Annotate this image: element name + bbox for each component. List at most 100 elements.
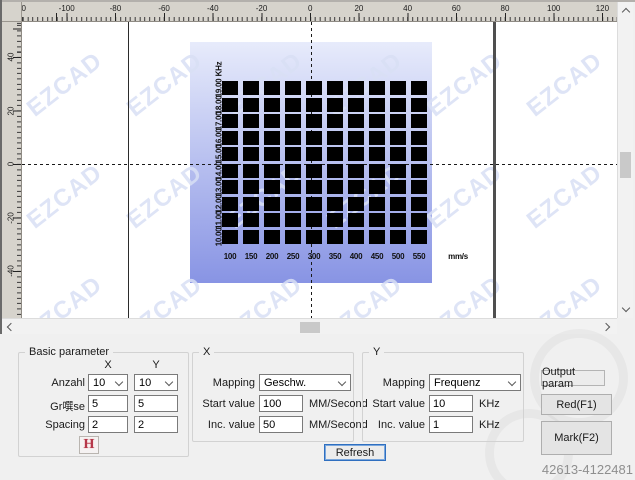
grid-square <box>411 98 427 112</box>
ruler-label: -20 <box>7 212 16 224</box>
anzahl-x-select[interactable]: 10 <box>88 374 128 391</box>
grid-square <box>390 114 406 128</box>
grid-square <box>348 164 364 178</box>
ruler-label: 20 <box>7 106 16 115</box>
grid-square <box>306 98 322 112</box>
ruler-label: -100 <box>59 4 75 13</box>
grid-square <box>243 213 259 227</box>
spacing-y-input[interactable] <box>134 416 178 433</box>
grid-square <box>327 230 343 244</box>
y-mapping-select[interactable]: Frequenz <box>429 374 521 391</box>
ruler-label: 0 <box>7 162 16 166</box>
scroll-up-icon[interactable] <box>622 8 630 16</box>
grid-square <box>243 164 259 178</box>
x-start-input[interactable] <box>259 395 303 412</box>
red-f1-button[interactable]: Red(F1) <box>541 394 612 415</box>
ruler-label: 0 <box>308 4 312 13</box>
grid-square <box>411 213 427 227</box>
grid-square <box>411 147 427 161</box>
horizontal-scrollbar[interactable] <box>2 318 617 334</box>
y-mapping-value: Frequenz <box>434 377 480 389</box>
grid-square <box>327 213 343 227</box>
y-mapping-label: Mapping <box>362 377 425 389</box>
grid-square <box>285 81 301 95</box>
y-inc-input[interactable] <box>429 416 473 433</box>
grid-square <box>285 197 301 211</box>
grid-col-label: 550 <box>413 252 425 261</box>
grid-square <box>306 197 322 211</box>
grid-square <box>348 147 364 161</box>
grid-square <box>264 197 280 211</box>
group-title: Y <box>369 346 384 358</box>
anzahl-label: Anzahl <box>20 377 85 389</box>
scroll-left-icon[interactable] <box>7 323 15 331</box>
ruler-label: 120 <box>596 4 609 13</box>
ezcad-watermark: EZCAD <box>522 271 608 318</box>
grid-square <box>327 114 343 128</box>
grid-square <box>369 81 385 95</box>
grid-square <box>390 197 406 211</box>
grid-square <box>222 180 238 194</box>
grid-square <box>327 197 343 211</box>
grid-square <box>369 98 385 112</box>
y-start-input[interactable] <box>429 395 473 412</box>
grid-square <box>306 180 322 194</box>
grid-square <box>348 230 364 244</box>
vertical-scrollbar[interactable] <box>617 2 633 318</box>
y-start-unit: KHz <box>479 398 500 410</box>
refresh-button[interactable]: Refresh <box>324 444 386 461</box>
grid-square <box>390 131 406 145</box>
x-inc-label: Inc. value <box>182 419 255 431</box>
drawing-canvas[interactable]: EZCADEZCADEZCADEZCADEZCADEZCADEZCADEZCAD… <box>22 22 617 318</box>
size-x-input[interactable] <box>88 395 128 412</box>
ezcad-watermark: EZCAD <box>122 271 208 318</box>
y-inc-label: Inc. value <box>352 419 425 431</box>
output-param-button[interactable]: Output param <box>541 370 605 386</box>
grid-square <box>390 213 406 227</box>
ruler-label: 20 <box>354 4 363 13</box>
grid-square <box>285 114 301 128</box>
grid-square <box>222 131 238 145</box>
mark-f2-button[interactable]: Mark(F2) <box>541 421 612 455</box>
x-inc-input[interactable] <box>259 416 303 433</box>
chevron-down-icon <box>508 378 516 386</box>
ezcad-window: -120-100-80-60-40-20020406080100120 4020… <box>0 0 635 480</box>
grid-square <box>411 164 427 178</box>
grid-square <box>306 164 322 178</box>
grid-square <box>369 213 385 227</box>
grid-col-label: 150 <box>245 252 257 261</box>
scroll-right-icon[interactable] <box>602 323 610 331</box>
grid-square <box>264 81 280 95</box>
grid-square <box>306 114 322 128</box>
grid-col-label: 450 <box>371 252 383 261</box>
grid-square <box>327 131 343 145</box>
grid-square <box>369 131 385 145</box>
grid-square <box>390 147 406 161</box>
grid-square <box>222 213 238 227</box>
grid-col-label: 200 <box>266 252 278 261</box>
grid-square <box>285 98 301 112</box>
x-mapping-select[interactable]: Geschw. <box>259 374 351 391</box>
hatch-button[interactable]: H <box>79 436 99 454</box>
ruler-label: -40 <box>7 265 16 277</box>
spacing-x-input[interactable] <box>88 416 128 433</box>
grid-square <box>306 131 322 145</box>
anzahl-y-select[interactable]: 10 <box>134 374 178 391</box>
vertical-scroll-thumb[interactable] <box>620 152 631 178</box>
size-y-input[interactable] <box>134 395 178 412</box>
grid-square <box>264 147 280 161</box>
ezcad-watermark: EZCAD <box>522 47 608 123</box>
grid-square <box>243 98 259 112</box>
grid-square <box>285 131 301 145</box>
grid-square <box>369 197 385 211</box>
grid-square <box>285 213 301 227</box>
grid-square <box>243 114 259 128</box>
ruler-label: -120 <box>22 4 26 13</box>
horizontal-scroll-thumb[interactable] <box>300 322 320 333</box>
grid-square <box>243 230 259 244</box>
scroll-down-icon[interactable] <box>622 304 630 312</box>
grid-square <box>327 164 343 178</box>
grid-col-label: 350 <box>329 252 341 261</box>
grid-square <box>243 81 259 95</box>
grid-square <box>348 98 364 112</box>
